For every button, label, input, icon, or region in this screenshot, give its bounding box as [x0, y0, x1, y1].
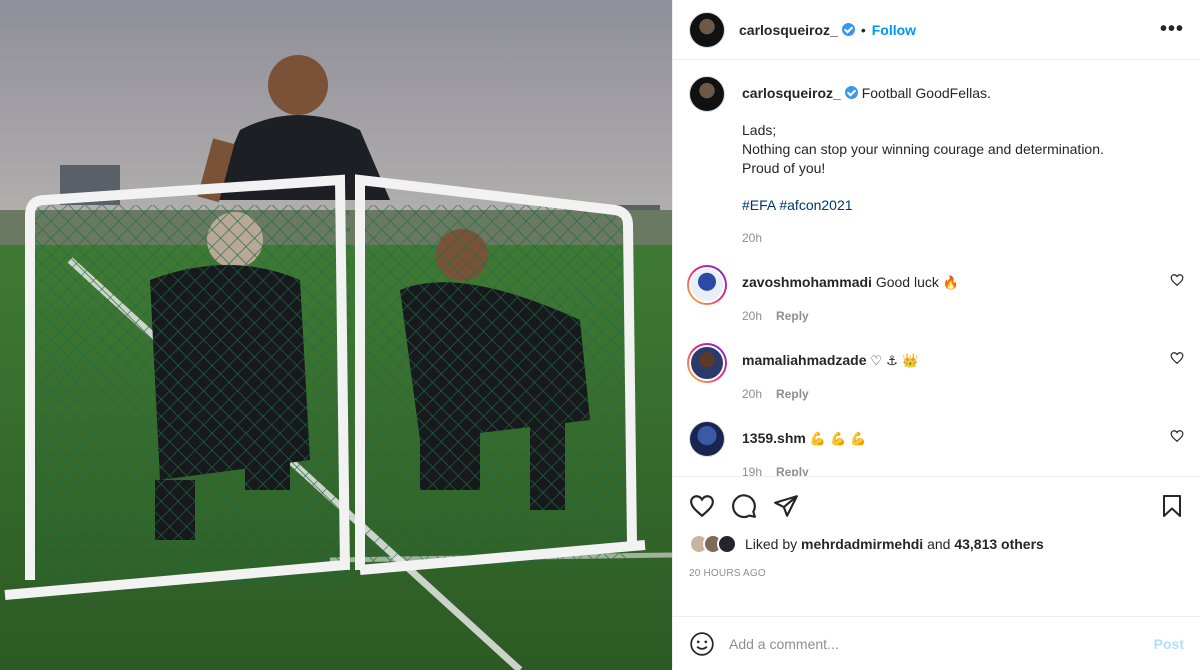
liker-avatar: [717, 534, 737, 554]
comment-body: mamaliahmadzade ♡ ⚓ 👑 20h Reply: [742, 343, 1184, 404]
comment-username[interactable]: 1359.shm: [742, 430, 806, 446]
verified-badge-icon: [841, 23, 855, 36]
caption-username[interactable]: carlosqueiroz_: [742, 85, 841, 101]
caption-avatar[interactable]: [689, 76, 725, 112]
comment-username[interactable]: mamaliahmadzade: [742, 352, 867, 368]
commenter-avatar[interactable]: [689, 421, 725, 457]
football-training-photo: [0, 0, 672, 670]
like-comment-heart-icon[interactable]: [1170, 273, 1184, 287]
reply-button[interactable]: Reply: [776, 385, 809, 404]
caption-title: Football GoodFellas.: [861, 85, 991, 101]
instagram-post: carlosqueiroz_ • Follow ••• carlosqueiro…: [0, 0, 1200, 670]
comment-username[interactable]: zavoshmohammadi: [742, 274, 872, 290]
post-header: carlosqueiroz_ • Follow •••: [673, 0, 1200, 60]
story-ring[interactable]: [687, 343, 727, 383]
like-comment-heart-icon[interactable]: [1170, 351, 1184, 365]
reply-button[interactable]: Reply: [776, 307, 809, 326]
caption-body: carlosqueiroz_ Football GoodFellas. Lads…: [742, 76, 1184, 248]
comment-emoji: ♡ ⚓ 👑: [870, 354, 919, 369]
commenter-avatar: [689, 345, 725, 381]
reply-button[interactable]: Reply: [776, 463, 809, 476]
likes-prefix: Liked by: [745, 536, 798, 552]
more-options-icon[interactable]: •••: [1160, 18, 1184, 41]
comment-item: 1359.shm 💪 💪 💪 19h Reply: [689, 421, 1184, 476]
caption: carlosqueiroz_ Football GoodFellas. Lads…: [689, 76, 1184, 248]
share-paper-plane-icon[interactable]: [773, 493, 799, 519]
comment-emoji: 🔥: [942, 276, 959, 291]
comment-item: zavoshmohammadi Good luck 🔥 20h Reply: [687, 265, 1184, 326]
follow-button[interactable]: Follow: [872, 22, 916, 38]
comment-body: zavoshmohammadi Good luck 🔥 20h Reply: [742, 265, 1184, 326]
save-bookmark-icon[interactable]: [1160, 493, 1184, 519]
liker-avatars: [689, 534, 737, 554]
comment-time: 20h: [742, 309, 763, 323]
post-photo[interactable]: [0, 0, 672, 670]
comment-body: 1359.shm 💪 💪 💪 19h Reply: [742, 421, 1184, 476]
header-separator: •: [860, 21, 866, 38]
likes-others-count[interactable]: 43,813 others: [954, 536, 1044, 552]
likes-summary: Liked by mehrdadmirmehdi and 43,813 othe…: [689, 534, 1184, 554]
comment-item: mamaliahmadzade ♡ ⚓ 👑 20h Reply: [687, 343, 1184, 404]
comment-time: 20h: [742, 387, 763, 401]
action-icons: [689, 491, 1184, 521]
like-comment-heart-icon[interactable]: [1170, 429, 1184, 443]
comments-section: carlosqueiroz_ Football GoodFellas. Lads…: [673, 60, 1200, 476]
emoji-smiley-icon[interactable]: [689, 631, 715, 657]
caption-hashtags[interactable]: #EFA #afcon2021: [742, 196, 1184, 215]
post-actions: Liked by mehrdadmirmehdi and 43,813 othe…: [673, 476, 1200, 616]
liked-by-user[interactable]: mehrdadmirmehdi: [801, 536, 923, 552]
comment-text: Good luck: [875, 274, 939, 290]
add-comment-bar: Post: [673, 616, 1200, 670]
author-username[interactable]: carlosqueiroz_: [739, 22, 838, 38]
commenter-avatar: [689, 267, 725, 303]
post-side-panel: carlosqueiroz_ • Follow ••• carlosqueiro…: [672, 0, 1200, 670]
post-comment-button[interactable]: Post: [1154, 636, 1184, 652]
posted-time[interactable]: 20 HOURS AGO: [689, 568, 1184, 579]
comment-bubble-icon[interactable]: [731, 493, 757, 519]
author-avatar[interactable]: [689, 11, 725, 48]
story-ring[interactable]: [687, 265, 727, 305]
verified-badge-icon: [844, 86, 858, 99]
caption-text: Lads; Nothing can stop your winning cour…: [742, 122, 1104, 176]
likes-text: Liked by mehrdadmirmehdi and 43,813 othe…: [745, 536, 1044, 552]
add-comment-input[interactable]: [729, 635, 1154, 652]
comment-time: 19h: [742, 465, 763, 476]
like-heart-icon[interactable]: [689, 493, 715, 519]
comment-emoji: 💪 💪 💪: [809, 432, 867, 447]
likes-and: and: [927, 536, 951, 552]
caption-time: 20h: [742, 231, 763, 245]
